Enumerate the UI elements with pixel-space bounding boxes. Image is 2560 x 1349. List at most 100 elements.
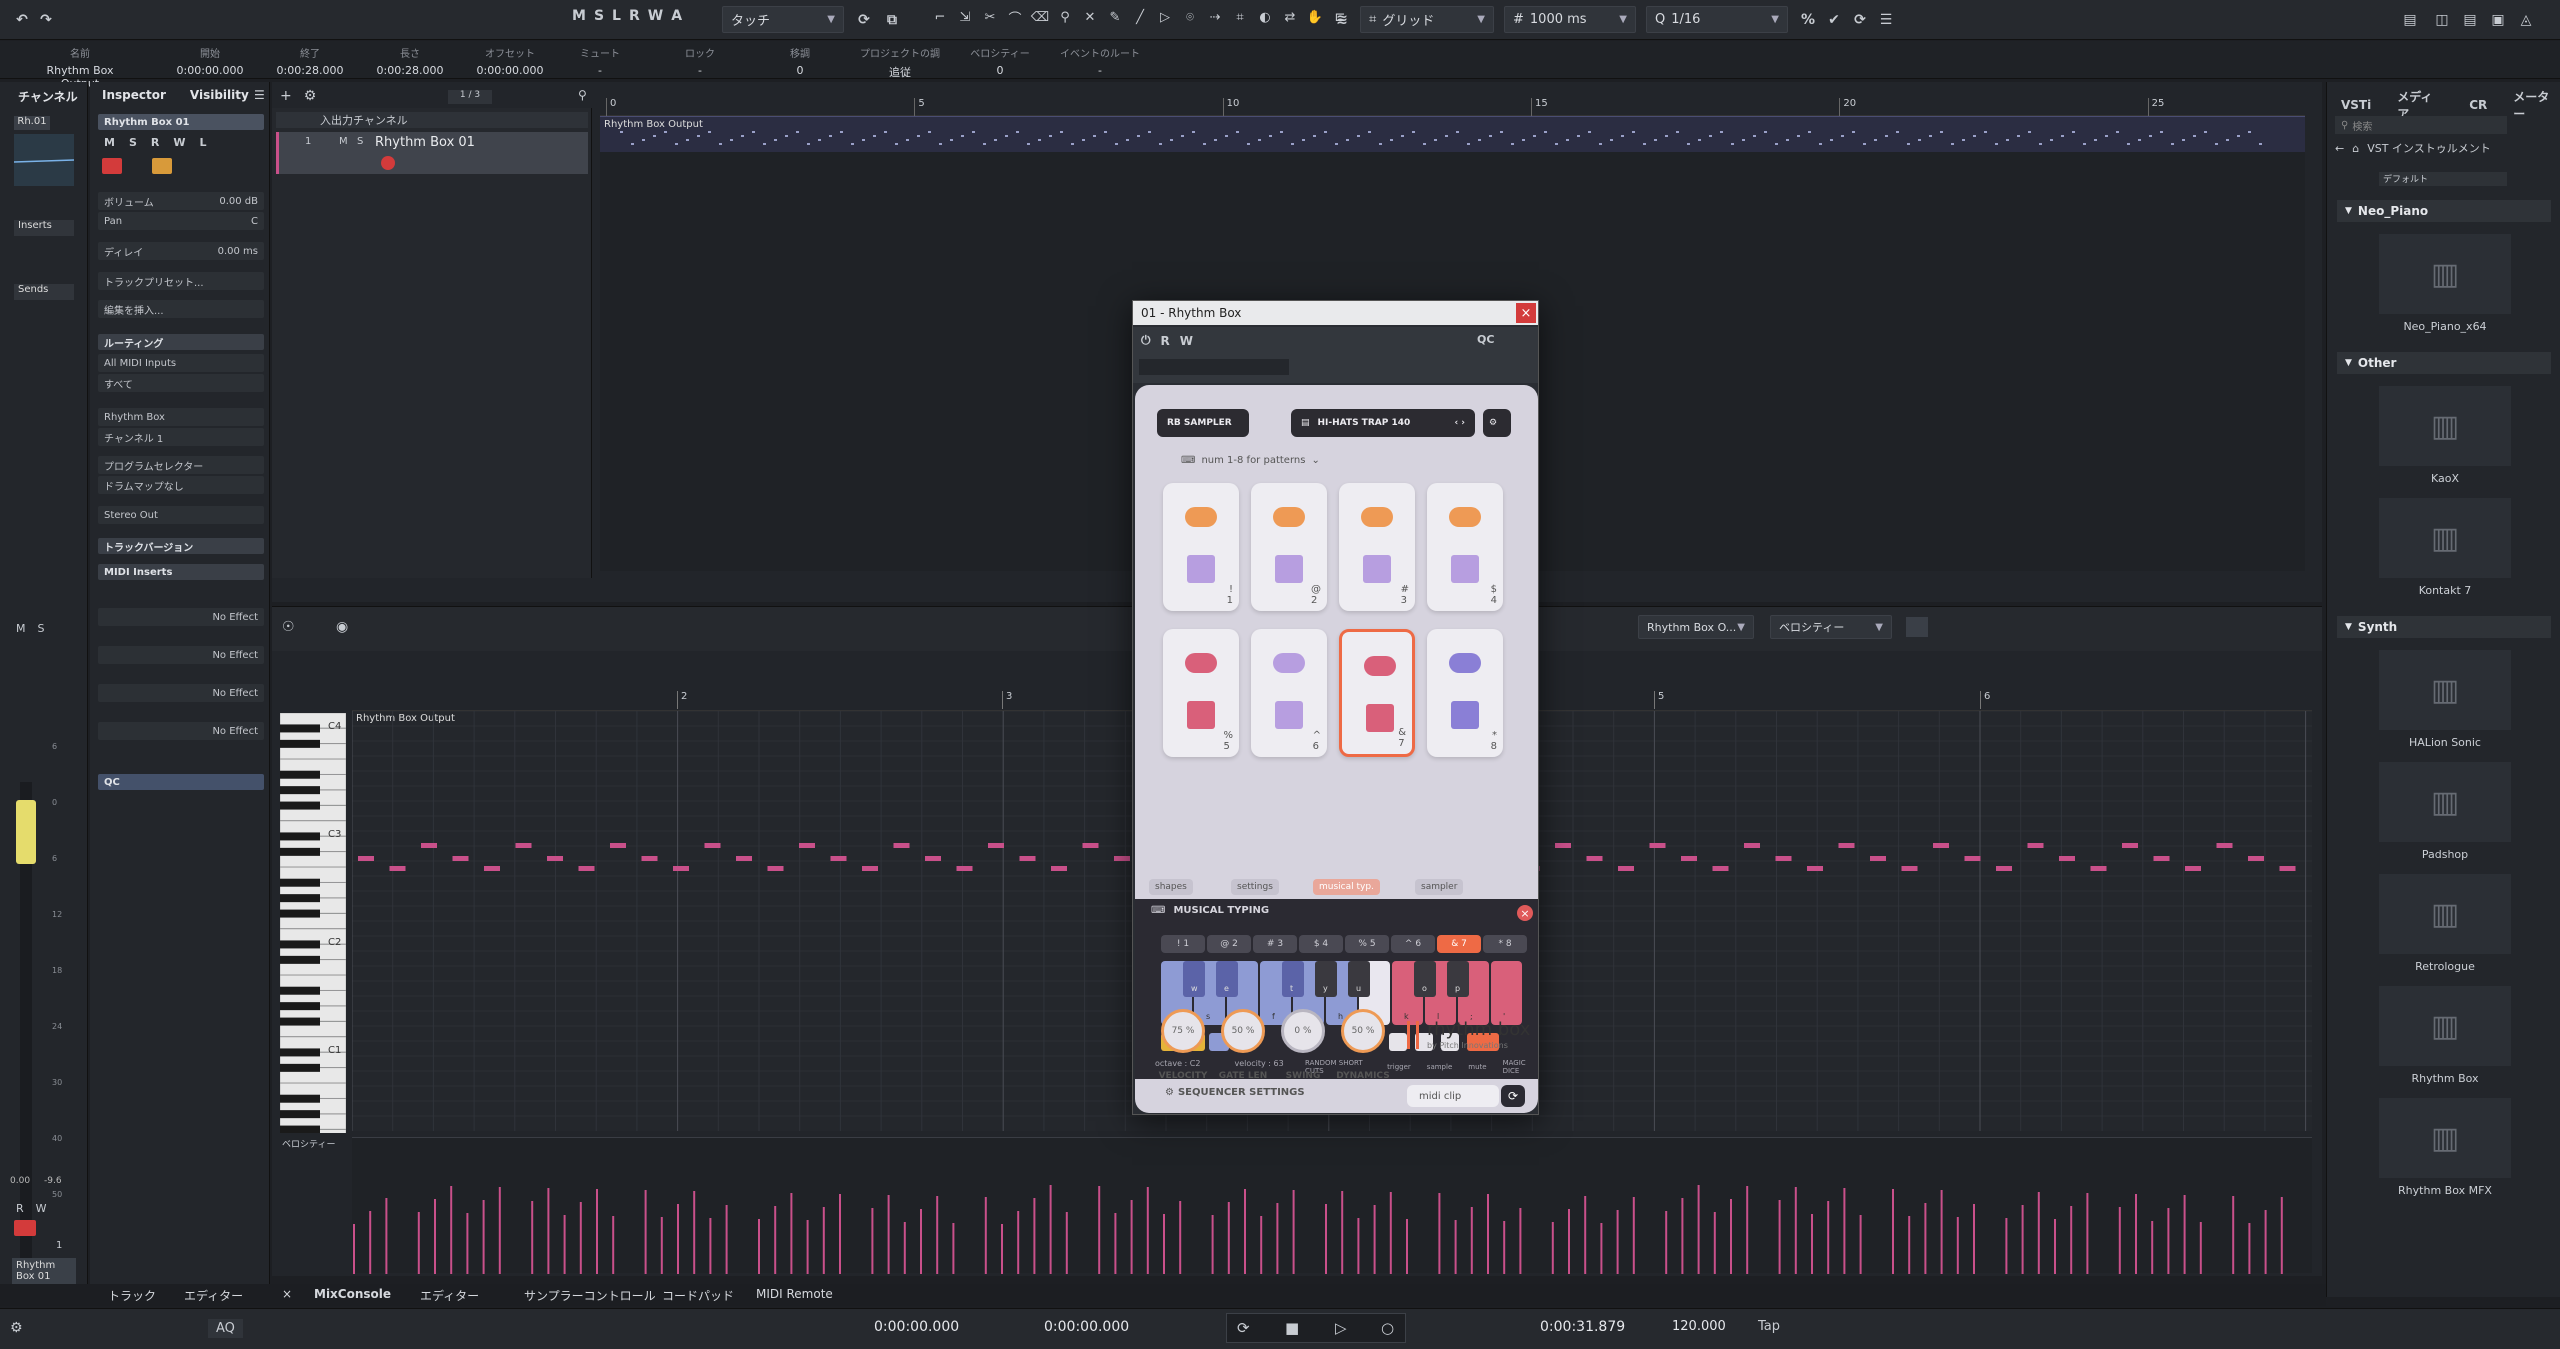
info-field[interactable]: 終了 0:00:28.000 — [260, 45, 360, 77]
midi-note[interactable] — [2122, 843, 2138, 848]
right-locator[interactable]: 0:00:00.000 — [1044, 1319, 1129, 1335]
refresh-icon[interactable]: ⟳ — [1501, 1085, 1525, 1107]
midi-note[interactable] — [2153, 856, 2170, 861]
midi-insert-slot[interactable]: No Effect — [98, 646, 264, 664]
vsti-section-header[interactable]: ▼ Neo_Piano — [2337, 200, 2551, 222]
warp-icon[interactable]: ⇢ — [1205, 10, 1225, 25]
mode-button-s[interactable]: S — [594, 8, 604, 24]
home-icon[interactable]: ⌂ — [2352, 142, 2359, 155]
zoom-icon[interactable]: ⚲ — [1055, 10, 1075, 25]
inspector-menu-icon[interactable]: ☰ — [254, 88, 265, 102]
tab-track[interactable]: トラック — [108, 1287, 156, 1304]
midi-note[interactable] — [988, 843, 1004, 848]
track-row[interactable]: 1 Rhythm Box 01 M S — [276, 132, 588, 174]
media-search-field[interactable]: ⚲ 検索 — [2335, 116, 2507, 134]
tab-mixconsole[interactable]: MixConsole — [314, 1287, 391, 1301]
plugin-tab-1[interactable]: settings — [1231, 879, 1279, 895]
range-icon[interactable]: ⇲ — [955, 10, 975, 25]
mode-button-w[interactable]: W — [648, 8, 663, 24]
midi-note[interactable] — [515, 843, 532, 848]
inserts-section[interactable]: Inserts — [14, 220, 74, 236]
iterative-quantize-icon[interactable]: ✔ — [1822, 8, 1846, 32]
record-enable-button[interactable] — [14, 1220, 36, 1236]
midi-channel-select[interactable]: チャンネル 1 — [98, 428, 264, 446]
snap-toggle-icon[interactable]: ≋ — [1330, 8, 1354, 32]
midi-note[interactable] — [1712, 866, 1729, 871]
midi-part[interactable]: Rhythm Box Output — [600, 116, 2305, 152]
midi-note[interactable] — [547, 856, 563, 861]
vsti-item[interactable]: ▥ Rhythm Box — [2345, 986, 2545, 1085]
plugin-tab-2[interactable]: musical typ. — [1313, 879, 1380, 895]
record-icon[interactable]: ○ — [1381, 1319, 1394, 1337]
input-channel-select[interactable]: すべて — [98, 374, 264, 392]
midi-input-select[interactable]: All MIDI Inputs — [98, 354, 264, 372]
midi-note[interactable] — [2027, 843, 2044, 848]
midi-note[interactable] — [1901, 866, 1918, 871]
volume-row[interactable]: ボリューム 0.00 dB — [98, 192, 264, 210]
mt-pattern-key[interactable]: ^ 6 — [1391, 935, 1435, 953]
snap-type-select[interactable]: ⌗ グリッド ▼ — [1360, 6, 1494, 33]
midi-note[interactable] — [1775, 856, 1792, 861]
midi-insert-slot[interactable]: No Effect — [98, 684, 264, 702]
midi-note[interactable] — [1807, 866, 1823, 871]
midi-note[interactable] — [578, 866, 595, 871]
midi-note[interactable] — [1964, 856, 1981, 861]
cycle-icon[interactable]: ⟳ — [1237, 1319, 1250, 1337]
track-name[interactable]: Rhythm Box 01 — [375, 135, 475, 150]
solo-editor-icon[interactable]: ☉ — [282, 619, 295, 635]
midi-note[interactable] — [1555, 843, 1571, 848]
midi-note[interactable] — [736, 856, 752, 861]
add-track-icon[interactable]: + — [280, 88, 292, 104]
vsti-section-header[interactable]: ▼ Other — [2337, 352, 2551, 374]
mode-button-r[interactable]: R — [629, 8, 640, 24]
midi-note[interactable] — [2248, 856, 2264, 861]
pan-row[interactable]: Pan C — [98, 212, 264, 230]
pattern-pad[interactable]: #3 — [1339, 483, 1415, 611]
erase-icon[interactable]: ⌫ — [1030, 10, 1050, 25]
time-warp-icon[interactable]: ⇄ — [1280, 10, 1300, 25]
editor-lane-select[interactable]: ベロシティー ▼ — [1770, 615, 1892, 639]
solo-button[interactable]: S — [129, 136, 137, 149]
midi-note[interactable] — [2090, 866, 2107, 871]
plugin-tab-0[interactable]: shapes — [1149, 879, 1193, 895]
midi-note[interactable] — [1114, 856, 1130, 861]
draw-icon[interactable]: ✎ — [1105, 10, 1125, 25]
transport-toggle-icon[interactable]: ▣ — [2486, 8, 2510, 32]
tap-tempo-button[interactable]: Tap — [1758, 1319, 1780, 1334]
plugin-title-bar[interactable]: 01 - Rhythm Box — [1133, 301, 1538, 325]
midi-note[interactable] — [641, 856, 658, 861]
preset-selector[interactable]: ▤ HI-HATS TRAP 140 ‹ › — [1291, 409, 1475, 437]
midi-note[interactable] — [421, 843, 437, 848]
midi-note[interactable] — [1996, 866, 2012, 871]
track-settings-icon[interactable]: ⚙ — [304, 88, 317, 104]
info-field[interactable]: 開始 0:00:00.000 — [160, 45, 260, 77]
mt-pattern-key[interactable]: $ 4 — [1299, 935, 1343, 953]
info-field[interactable]: ベロシティー 0 — [950, 45, 1050, 77]
vsti-item[interactable]: ▥ Kontakt 7 — [2345, 498, 2545, 597]
knob-velocity[interactable]: 75 % — [1161, 1009, 1205, 1053]
info-field[interactable]: イベントのルート - — [1050, 45, 1150, 77]
write-button[interactable]: W — [173, 136, 185, 149]
close-icon[interactable]: × — [282, 1287, 292, 1301]
inspector-track-name[interactable]: Rhythm Box 01 — [98, 114, 264, 130]
mt-white-key[interactable] — [1491, 961, 1522, 1025]
read-button[interactable]: R — [1161, 334, 1170, 348]
quantize-select[interactable]: Q 1/16 ▼ — [1646, 6, 1788, 33]
vsti-item[interactable]: ▥ Neo_Piano_x64 — [2345, 234, 2545, 333]
mt-pattern-key[interactable]: @ 2 — [1207, 935, 1251, 953]
instrument-output-select[interactable]: Rhythm Box — [98, 408, 264, 426]
info-field[interactable]: ロック - — [650, 45, 750, 77]
back-arrow-icon[interactable]: ← — [2335, 142, 2344, 155]
midi-note[interactable] — [1838, 843, 1855, 848]
pattern-pad[interactable]: * 8 — [1427, 629, 1503, 757]
mt-pattern-key[interactable]: * 8 — [1483, 935, 1527, 953]
window-layout-icon[interactable]: ▤ — [2398, 8, 2422, 32]
piano-icon[interactable] — [1906, 617, 1928, 637]
mode-button-a[interactable]: A — [671, 8, 682, 24]
split-icon[interactable]: ✂ — [980, 10, 1000, 25]
volume-fader-handle[interactable] — [16, 800, 36, 864]
vsti-item[interactable]: ▥ HALion Sonic — [2345, 650, 2545, 749]
track-mute-button[interactable]: M — [339, 136, 348, 147]
tab-inspector[interactable]: Inspector — [102, 88, 166, 102]
midi-note[interactable] — [1051, 866, 1067, 871]
